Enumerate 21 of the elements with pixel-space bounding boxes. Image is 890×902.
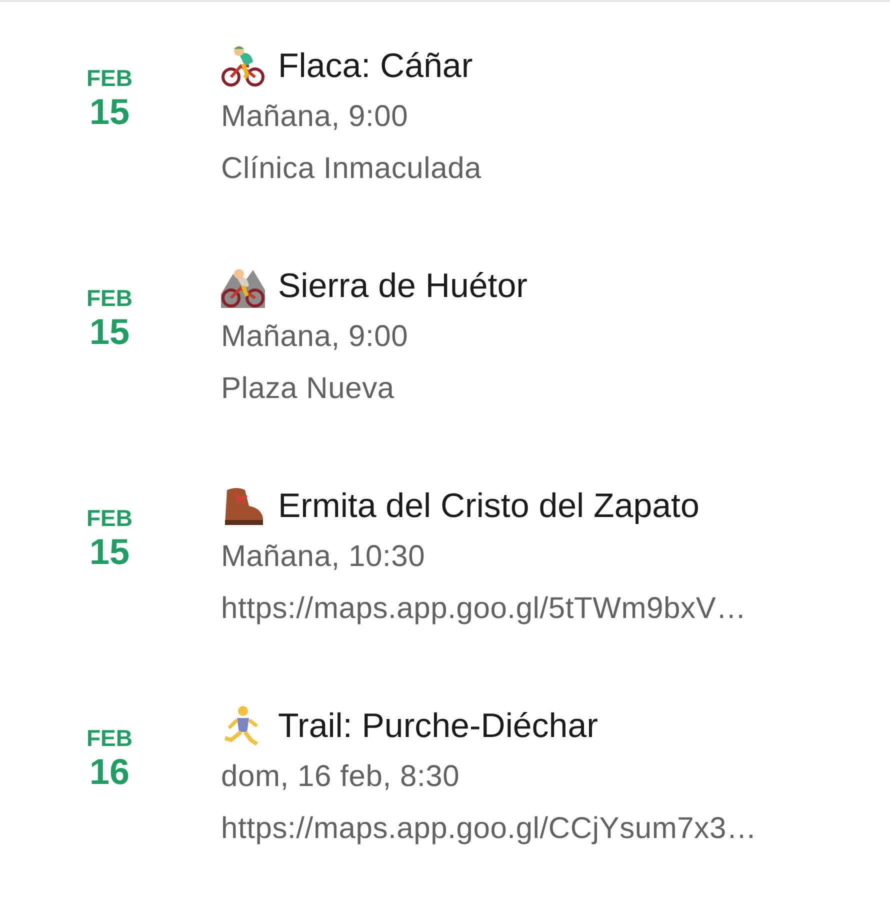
event-day: 16: [89, 752, 130, 792]
event-day: 15: [89, 92, 130, 132]
event-month: FEB: [86, 504, 132, 532]
event-day: 15: [89, 532, 130, 572]
event-time: Mañana, 10:30: [221, 539, 426, 575]
event-day: 15: [89, 312, 130, 352]
event-title: Sierra de Huétor: [278, 266, 528, 306]
event-location: Clínica Inmaculada: [221, 151, 482, 187]
event-time: dom, 16 feb, 8:30: [221, 759, 461, 795]
event-title: Trail: Purche-Diéchar: [278, 706, 598, 746]
cyclist-icon: [221, 44, 265, 88]
event-month: FEB: [86, 284, 132, 312]
event-time: Mañana, 9:00: [221, 319, 410, 355]
event-month: FEB: [86, 724, 132, 752]
event-location: https://maps.app.goo.gl/5tTWm9bxV…: [221, 591, 746, 627]
event-title: Ermita del Cristo del Zapato: [278, 486, 700, 526]
event-location: https://maps.app.goo.gl/CCjYsum7x3…: [221, 811, 757, 847]
event-title: Flaca: Cáñar: [278, 46, 473, 86]
event-time: Mañana, 9:00: [221, 99, 410, 135]
event-month: FEB: [86, 64, 132, 92]
event-location: Plaza Nueva: [221, 371, 396, 407]
